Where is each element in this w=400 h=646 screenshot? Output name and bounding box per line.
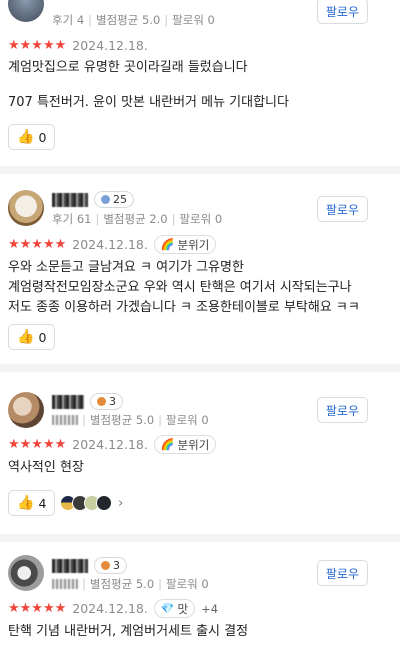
- review-line: 계엄맛집으로 유명한 곳이라길래 들렀습니다: [8, 60, 248, 75]
- divider: [0, 534, 400, 542]
- review-line: 계엄령작전모임장소군요 우와 역시 탄핵은 여기서 시작되는구나: [8, 280, 352, 295]
- average-rating: 별점평균 5.0: [89, 577, 155, 591]
- review-line: 역사적인 현장: [8, 460, 84, 475]
- reviewer-name-redacted: [52, 394, 84, 409]
- follow-label: 팔로우: [325, 403, 359, 418]
- reviewer-meta: 후기 61 | 별점평균 2.0 | 팔로워 0: [52, 212, 223, 226]
- average-rating: 별점평균 5.0: [96, 13, 161, 27]
- follower-count: 팔로워 0: [166, 413, 209, 427]
- level-badge: 3: [94, 557, 127, 574]
- reviewer-name-line: 3: [52, 393, 123, 410]
- reviewer-meta: | 별점평균 5.0 | 팔로워 0: [52, 412, 209, 428]
- follow-button[interactable]: 팔로우: [316, 560, 368, 586]
- tag-label: 맛: [177, 601, 189, 616]
- gem-icon: 💎: [160, 602, 175, 615]
- review-date: 2024.12.18.: [72, 601, 148, 616]
- rainbow-icon: 🌈: [160, 238, 175, 251]
- review-text: 탄핵 기념 내란버거, 계엄버거세트 출시 결정: [8, 622, 393, 642]
- reviewer-meta: 후기 4 | 별점평균 5.0 | 팔로워 0: [52, 13, 215, 27]
- review-line: 우와 소문듣고 글남겨요 ㅋ 여기가 그유명한: [8, 260, 244, 275]
- review-text: 역사적인 현장: [8, 458, 393, 478]
- divider: [0, 166, 400, 174]
- level-number: 3: [113, 559, 120, 572]
- star-rating: ★★★★★: [8, 601, 67, 616]
- review-card: 3 | 별점평균 5.0 | 팔로워 0 팔로우 ★★★★★ 2024.12.1…: [0, 542, 400, 646]
- average-rating: 별점평균 2.0: [103, 212, 168, 226]
- level-number: 25: [113, 193, 127, 206]
- rating-row: ★★★★★ 2024.12.18. 💎 맛 +4: [8, 599, 218, 618]
- more-tags-count[interactable]: +4: [201, 602, 218, 616]
- rating-row: ★★★★★ 2024.12.18. 🌈 분위기: [8, 435, 217, 454]
- review-count: 후기 61: [52, 212, 92, 226]
- reviewer-name-redacted: [52, 192, 88, 207]
- reactor-avatar: [96, 495, 112, 511]
- reviewer-name-redacted: [52, 558, 88, 573]
- review-date: 2024.12.18.: [72, 237, 148, 252]
- level-icon: [101, 561, 110, 570]
- tag-label: 분위기: [177, 237, 210, 252]
- like-button[interactable]: 👍 4: [8, 490, 56, 516]
- review-card: 25 후기 61 | 별점평균 2.0 | 팔로워 0 팔로우 ★★★★★ 20…: [0, 174, 400, 370]
- divider: [0, 364, 400, 372]
- keyword-tag: 🌈 분위기: [153, 435, 217, 454]
- review-line: 탄핵 기념 내란버거, 계엄버거세트 출시 결정: [8, 624, 249, 639]
- follow-button[interactable]: 팔로우: [316, 397, 368, 423]
- review-line: 707 특전버거. 윤이 맛본 내란버거 메뉴 기대합니다: [8, 95, 289, 110]
- follower-count: 팔로워 0: [179, 212, 223, 226]
- like-count: 0: [38, 129, 47, 145]
- average-rating: 별점평균 5.0: [89, 413, 155, 427]
- review-count-redacted: [52, 579, 78, 589]
- like-count: 4: [38, 495, 47, 511]
- review-text: 계엄맛집으로 유명한 곳이라길래 들렀습니다 707 특전버거. 윤이 맛본 내…: [8, 58, 393, 113]
- keyword-tag: 🌈 분위기: [153, 235, 217, 254]
- level-icon: [97, 397, 106, 406]
- like-button[interactable]: 👍 0: [8, 324, 56, 350]
- review-text: 우와 소문듣고 글남겨요 ㅋ 여기가 그유명한 계엄령작전모임장소군요 우와 역…: [8, 258, 393, 318]
- thumbs-up-icon: 👍: [17, 329, 35, 345]
- level-badge: 3: [90, 393, 123, 410]
- avatar[interactable]: [8, 190, 44, 226]
- rainbow-icon: 🌈: [160, 438, 175, 451]
- review-date: 2024.12.18.: [72, 437, 148, 452]
- reviewer-name-line: 25: [52, 191, 134, 208]
- follower-count: 팔로워 0: [172, 13, 215, 27]
- review-date: 2024.12.18.: [72, 38, 148, 53]
- star-rating: ★★★★★: [8, 237, 67, 252]
- avatar[interactable]: [8, 555, 44, 591]
- rating-row: ★★★★★ 2024.12.18.: [8, 38, 148, 53]
- follow-button[interactable]: 팔로우: [316, 0, 368, 24]
- follow-button[interactable]: 팔로우: [316, 196, 368, 222]
- follow-label: 팔로우: [325, 4, 359, 19]
- follow-label: 팔로우: [325, 566, 359, 581]
- level-icon: [101, 195, 110, 204]
- reactor-avatars[interactable]: ›: [60, 495, 123, 511]
- tag-label: 분위기: [177, 437, 210, 452]
- thumbs-up-icon: 👍: [17, 129, 35, 145]
- review-line: 저도 종종 이용하러 가겠습니다 ㅋ 조용한테이블로 부탁해요 ㅋㅋ: [8, 300, 360, 315]
- star-rating: ★★★★★: [8, 437, 67, 452]
- level-badge: 25: [94, 191, 134, 208]
- review-card: 3 | 별점평균 5.0 | 팔로워 0 팔로우 ★★★★★ 2024.12.1…: [0, 372, 400, 538]
- follow-label: 팔로우: [325, 202, 359, 217]
- review-count: 후기 4: [52, 13, 85, 27]
- rating-row: ★★★★★ 2024.12.18. 🌈 분위기: [8, 235, 217, 254]
- star-rating: ★★★★★: [8, 38, 67, 53]
- avatar[interactable]: [8, 392, 44, 428]
- thumbs-up-icon: 👍: [17, 495, 35, 511]
- follower-count: 팔로워 0: [166, 577, 209, 591]
- reviewer-meta: | 별점평균 5.0 | 팔로워 0: [52, 576, 209, 592]
- review-count-redacted: [52, 415, 78, 425]
- like-count: 0: [38, 329, 47, 345]
- level-number: 3: [109, 395, 116, 408]
- reviewer-name-line: 3: [52, 557, 127, 574]
- chevron-right-icon[interactable]: ›: [118, 496, 123, 511]
- review-card: 후기 4 | 별점평균 5.0 | 팔로워 0 팔로우 ★★★★★ 2024.1…: [0, 0, 400, 168]
- like-button[interactable]: 👍 0: [8, 124, 56, 150]
- keyword-tag: 💎 맛: [153, 599, 196, 618]
- avatar[interactable]: [8, 0, 44, 22]
